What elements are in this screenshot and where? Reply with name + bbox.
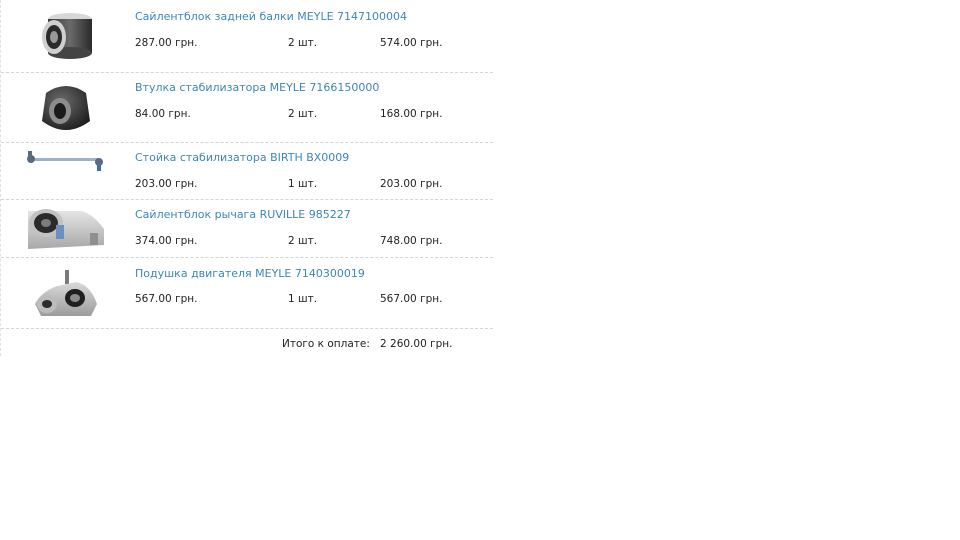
total-label: Итого к оплате: <box>282 338 370 350</box>
quantity: 2 шт. <box>288 37 318 49</box>
unit-price: 374.00 грн. <box>135 235 198 247</box>
unit-price: 567.00 грн. <box>135 293 198 305</box>
product-title-link[interactable]: Стойка стабилизатора BIRTH BX0009 <box>135 151 349 164</box>
line-total: 748.00 грн. <box>380 235 443 247</box>
product-title-link[interactable]: Сайлентблок задней балки MEYLE 714710000… <box>135 10 407 23</box>
quantity: 1 шт. <box>288 178 318 190</box>
line-total: 168.00 грн. <box>380 108 443 120</box>
quantity: 1 шт. <box>288 293 318 305</box>
product-title-link[interactable]: Сайлентблок рычага RUVILLE 985227 <box>135 208 351 221</box>
list-item: Стойка стабилизатора BIRTH BX0009 203.00… <box>1 142 493 200</box>
unit-price: 203.00 грн. <box>135 178 198 190</box>
engine-mount-icon[interactable] <box>21 265 111 321</box>
order-list: Сайлентблок задней балки MEYLE 714710000… <box>0 0 493 356</box>
product-title-link[interactable]: Подушка двигателя MEYLE 7140300019 <box>135 267 365 280</box>
stabilizer-link-icon[interactable] <box>23 148 107 174</box>
control-arm-bushing-icon[interactable] <box>21 203 111 253</box>
unit-price: 287.00 грн. <box>135 37 198 49</box>
list-item: Подушка двигателя MEYLE 7140300019 567.0… <box>1 257 493 329</box>
line-total: 203.00 грн. <box>380 178 443 190</box>
rear-beam-bushing-icon[interactable] <box>21 10 111 64</box>
quantity: 2 шт. <box>288 235 318 247</box>
stabilizer-bushing-icon[interactable] <box>21 80 111 136</box>
unit-price: 84.00 грн. <box>135 108 191 120</box>
product-title-link[interactable]: Втулка стабилизатора MEYLE 7166150000 <box>135 81 379 94</box>
list-item: Сайлентблок рычага RUVILLE 985227 374.00… <box>1 199 493 258</box>
list-item: Сайлентблок задней балки MEYLE 714710000… <box>1 0 493 73</box>
quantity: 2 шт. <box>288 108 318 120</box>
line-total: 574.00 грн. <box>380 37 443 49</box>
total-value: 2 260.00 грн. <box>380 338 453 350</box>
line-total: 567.00 грн. <box>380 293 443 305</box>
list-item: Втулка стабилизатора MEYLE 7166150000 84… <box>1 72 493 143</box>
